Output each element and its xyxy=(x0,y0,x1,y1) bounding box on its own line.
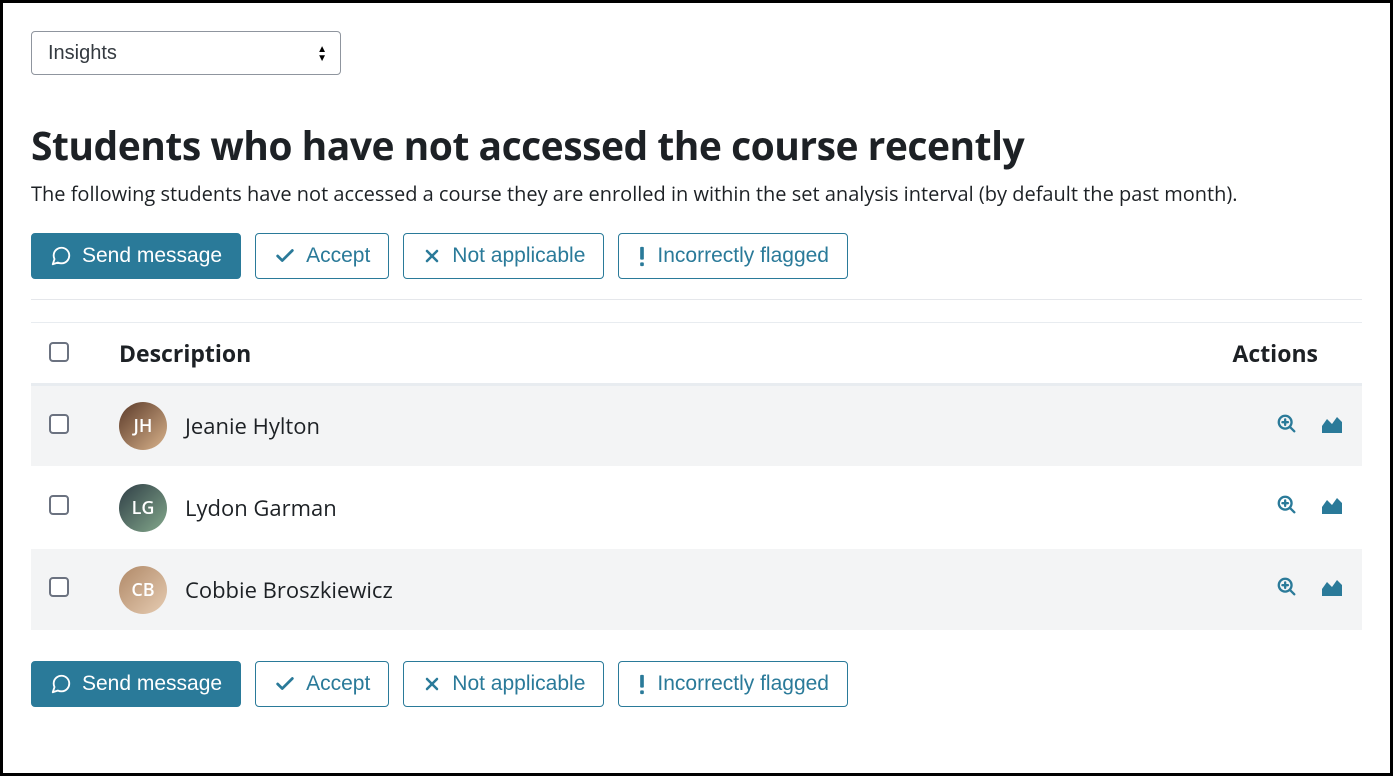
students-table: Description Actions JH Jeanie Hylton xyxy=(31,322,1362,631)
header-actions: Actions xyxy=(1182,323,1362,385)
x-icon xyxy=(422,246,442,266)
action-button-row-top: Send message Accept Not applicable Incor… xyxy=(31,233,1362,300)
accept-button[interactable]: Accept xyxy=(255,661,389,707)
accept-button[interactable]: Accept xyxy=(255,233,389,279)
message-icon xyxy=(50,245,72,267)
student-name: Lydon Garman xyxy=(185,493,337,523)
select-all-checkbox[interactable] xyxy=(49,342,69,362)
check-icon xyxy=(274,673,296,695)
table-row: LG Lydon Garman xyxy=(31,467,1362,549)
incorrectly-flagged-button[interactable]: Incorrectly flagged xyxy=(618,233,848,279)
zoom-icon[interactable] xyxy=(1276,494,1298,516)
chart-icon[interactable] xyxy=(1320,576,1344,598)
avatar: LG xyxy=(119,484,167,532)
accept-label: Accept xyxy=(306,672,370,696)
insights-dropdown[interactable]: Insights ▲▼ xyxy=(31,31,341,75)
page-subtitle: The following students have not accessed… xyxy=(31,180,1362,207)
row-checkbox[interactable] xyxy=(49,577,69,597)
incorrectly-flagged-label: Incorrectly flagged xyxy=(657,672,829,696)
accept-label: Accept xyxy=(306,244,370,268)
avatar: CB xyxy=(119,566,167,614)
x-icon xyxy=(422,674,442,694)
send-message-label: Send message xyxy=(82,672,222,696)
table-row: JH Jeanie Hylton xyxy=(31,385,1362,467)
row-checkbox[interactable] xyxy=(49,414,69,434)
insights-select[interactable]: Insights xyxy=(31,31,341,75)
action-button-row-bottom: Send message Accept Not applicable Incor… xyxy=(31,661,1362,707)
chart-icon[interactable] xyxy=(1320,413,1344,435)
send-message-button[interactable]: Send message xyxy=(31,661,241,707)
zoom-icon[interactable] xyxy=(1276,576,1298,598)
send-message-button[interactable]: Send message xyxy=(31,233,241,279)
exclaim-icon xyxy=(637,245,647,267)
student-name: Cobbie Broszkiewicz xyxy=(185,575,393,605)
page-title: Students who have not accessed the cours… xyxy=(31,119,1362,172)
avatar: JH xyxy=(119,402,167,450)
send-message-label: Send message xyxy=(82,244,222,268)
not-applicable-button[interactable]: Not applicable xyxy=(403,233,604,279)
zoom-icon[interactable] xyxy=(1276,413,1298,435)
exclaim-icon xyxy=(637,673,647,695)
table-row: CB Cobbie Broszkiewicz xyxy=(31,549,1362,631)
not-applicable-label: Not applicable xyxy=(452,672,585,696)
header-description: Description xyxy=(101,323,1182,385)
incorrectly-flagged-button[interactable]: Incorrectly flagged xyxy=(618,661,848,707)
not-applicable-label: Not applicable xyxy=(452,244,585,268)
student-name: Jeanie Hylton xyxy=(185,411,320,441)
row-checkbox[interactable] xyxy=(49,495,69,515)
incorrectly-flagged-label: Incorrectly flagged xyxy=(657,244,829,268)
message-icon xyxy=(50,673,72,695)
chart-icon[interactable] xyxy=(1320,494,1344,516)
not-applicable-button[interactable]: Not applicable xyxy=(403,661,604,707)
check-icon xyxy=(274,245,296,267)
